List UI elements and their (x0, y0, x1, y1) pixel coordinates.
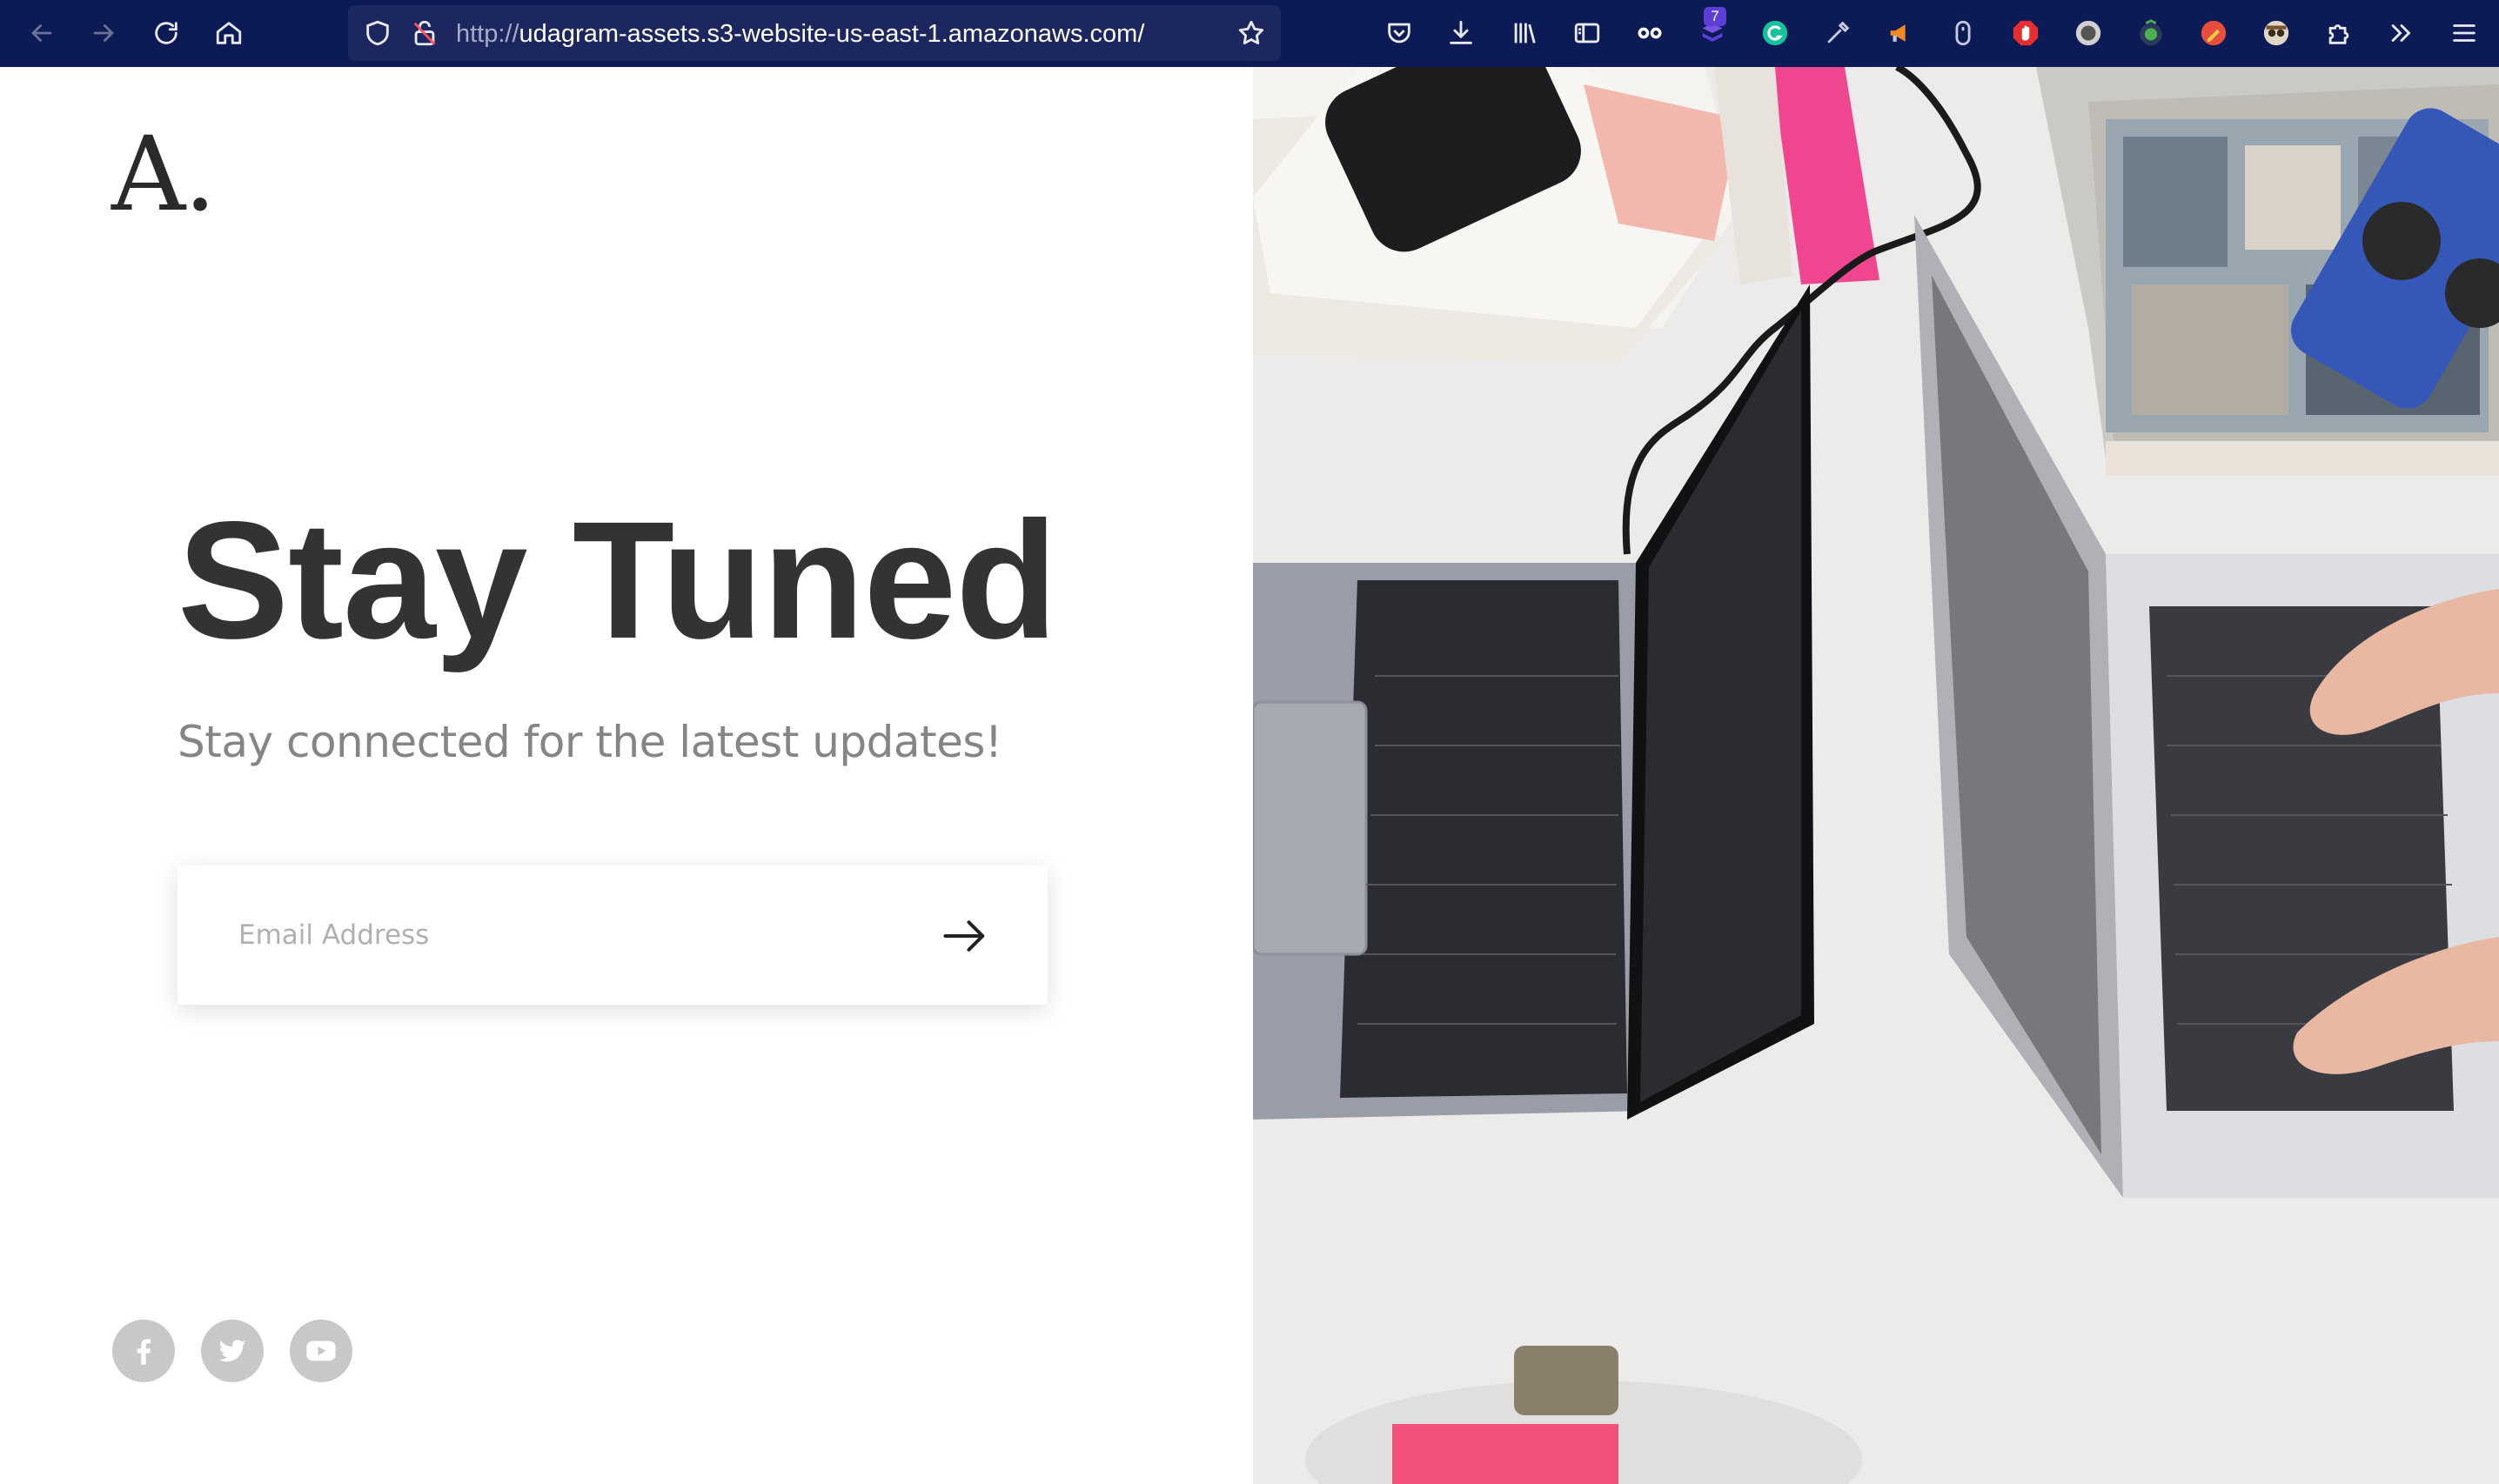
twitter-icon (218, 1340, 246, 1362)
home-icon[interactable] (210, 14, 248, 52)
glasses-extension-icon[interactable] (1631, 14, 1669, 52)
mouse-icon[interactable] (1944, 14, 1982, 52)
twitter-link[interactable] (201, 1320, 264, 1382)
subscribe-submit-button[interactable] (935, 906, 995, 966)
youtube-link[interactable] (290, 1320, 352, 1382)
page-title: Stay Tuned (178, 486, 1058, 673)
hero-image (1253, 67, 2499, 1484)
facebook-icon (137, 1339, 151, 1365)
email-input[interactable] (238, 900, 900, 970)
browser-toolbar: http://udagram-assets.s3-website-us-east… (0, 0, 2499, 67)
arrow-right-icon (943, 920, 985, 952)
hero-photo-laptops (1253, 67, 2499, 1484)
url-bar[interactable]: http://udagram-assets.s3-website-us-east… (348, 5, 1281, 61)
adblock-icon[interactable] (2007, 14, 2045, 52)
url-host: udagram-assets.s3-website-us-east-1.amaz… (519, 20, 1145, 48)
vpn-icon[interactable] (2132, 14, 2170, 52)
grammarly-icon[interactable] (1756, 14, 1794, 52)
sidebar-icon[interactable] (1568, 14, 1606, 52)
site-logo[interactable]: A. (111, 117, 217, 231)
shield-icon[interactable] (358, 14, 397, 52)
menu-hamburger-icon[interactable] (2445, 14, 2483, 52)
color-picker-icon[interactable] (2194, 14, 2233, 52)
newsletter-form (178, 866, 1048, 1005)
record-icon[interactable] (2069, 14, 2107, 52)
extension-badge: 7 (1704, 7, 1726, 26)
extensions-puzzle-icon[interactable] (2320, 14, 2358, 52)
url-text: http://udagram-assets.s3-website-us-east… (456, 21, 1144, 47)
forward-icon[interactable] (84, 14, 123, 52)
facebook-link[interactable] (112, 1320, 175, 1382)
reload-icon[interactable] (147, 14, 185, 52)
youtube-icon (306, 1340, 336, 1361)
insecure-lock-icon[interactable] (405, 14, 444, 52)
library-icon[interactable] (1505, 14, 1544, 52)
overflow-chevrons-icon[interactable] (2382, 14, 2421, 52)
spy-icon[interactable] (2257, 14, 2295, 52)
landing-content: A. Stay Tuned Stay connected for the lat… (0, 67, 1253, 1484)
bookmark-star-icon[interactable] (1232, 14, 1270, 52)
page-subtitle: Stay connected for the latest updates! (178, 717, 1002, 767)
pocket-icon[interactable] (1380, 14, 1418, 52)
eyedropper-icon[interactable] (1819, 14, 1857, 52)
url-scheme: http:// (456, 20, 519, 48)
back-icon[interactable] (23, 14, 61, 52)
download-icon[interactable] (1442, 14, 1480, 52)
megaphone-icon[interactable] (1881, 14, 1919, 52)
